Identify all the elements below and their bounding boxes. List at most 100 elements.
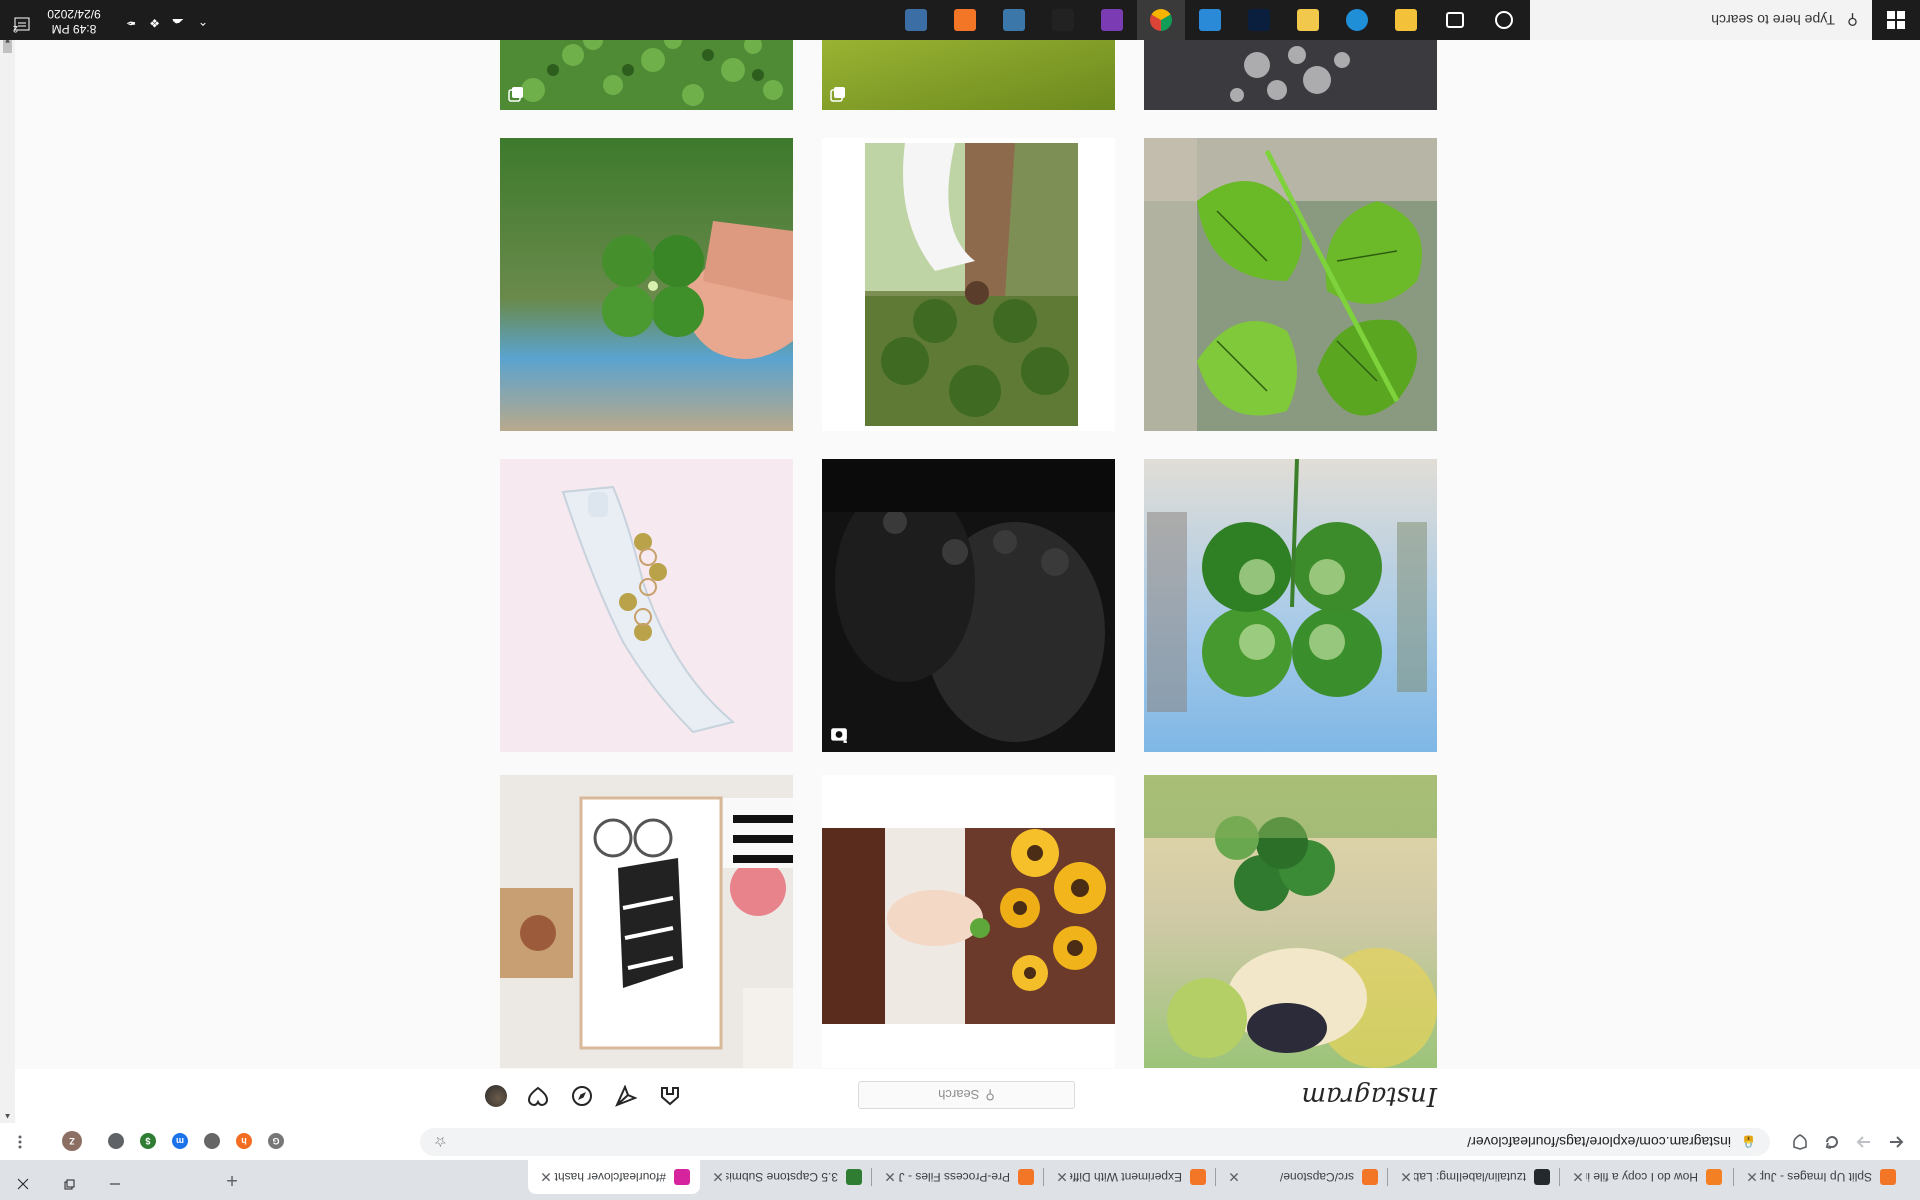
close-tab-icon[interactable]: ✕	[1226, 1169, 1242, 1186]
post-clover-backlit[interactable]	[1144, 138, 1437, 431]
post-tree-dress[interactable]	[822, 138, 1115, 431]
back-button[interactable]	[1882, 1128, 1910, 1156]
restore-button[interactable]	[46, 1168, 92, 1200]
browser-tab[interactable]: Pre-Process Files - Jupyter✕	[872, 1160, 1044, 1194]
browser-tab[interactable]: Experiment With Different✕	[1044, 1160, 1216, 1194]
post-crystal-bracelet[interactable]	[500, 459, 793, 752]
activity-icon[interactable]	[526, 1084, 550, 1108]
close-window-button[interactable]	[0, 1168, 46, 1200]
taskbar-app[interactable]	[1382, 0, 1430, 40]
grammarly-ext-icon[interactable]: G	[268, 1133, 284, 1149]
minimize-button[interactable]	[92, 1168, 138, 1200]
close-tab-icon[interactable]: ✕	[1054, 1169, 1070, 1186]
direct-icon[interactable]	[614, 1084, 638, 1108]
star-icon[interactable]: ☆	[434, 1134, 447, 1151]
restore-icon	[64, 1179, 75, 1190]
taskbar-app[interactable]	[1137, 0, 1185, 40]
post-clover-sky[interactable]	[1144, 459, 1437, 752]
springboard-icon	[846, 1169, 862, 1185]
stackoverflow-icon	[1706, 1169, 1722, 1185]
taskbar-app[interactable]	[1333, 0, 1381, 40]
taskbar-app[interactable]	[1431, 0, 1479, 40]
post-image	[822, 775, 1115, 1068]
carousel-icon	[508, 87, 523, 102]
github-icon	[1534, 1169, 1550, 1185]
start-button[interactable]	[1872, 0, 1920, 40]
puzzle-ext-icon[interactable]	[108, 1133, 124, 1149]
network-icon[interactable]: ☁	[172, 16, 184, 30]
tray-chevron-icon[interactable]: ⌃	[198, 14, 208, 28]
browser-tab[interactable]: 3.5 Capstone Submission✕	[700, 1160, 872, 1194]
post-dark-lace[interactable]	[1144, 32, 1437, 110]
menu-button[interactable]	[6, 1128, 34, 1156]
browser-tab[interactable]: src/Capstone/ ✕	[1216, 1160, 1388, 1194]
post-sunflower-hand[interactable]	[822, 775, 1115, 1068]
reload-button[interactable]	[1818, 1128, 1846, 1156]
post-image	[500, 775, 793, 1068]
browser-tab[interactable]: Split Up Images - Jupyter N✕	[1734, 1160, 1906, 1194]
taskbar-app[interactable]	[1284, 0, 1332, 40]
close-tab-icon[interactable]: ✕	[1744, 1169, 1760, 1186]
taskbar-app[interactable]	[1480, 0, 1528, 40]
dictionary-ext-icon[interactable]: m	[172, 1133, 188, 1149]
instagram-logo[interactable]: Instagram	[1301, 1081, 1437, 1111]
new-tab-button[interactable]: +	[216, 1164, 248, 1196]
search-input[interactable]: ⚲ Search	[858, 1081, 1075, 1109]
close-tab-icon[interactable]: ✕	[882, 1169, 898, 1186]
taskbar-app[interactable]	[941, 0, 989, 40]
post-zebra-frame[interactable]	[500, 775, 793, 1068]
post-four-leaf-fingers[interactable]	[500, 138, 793, 431]
browser-tab[interactable]: tzutalin/labelImg: Label ✕	[1388, 1160, 1560, 1194]
post-image	[822, 32, 1115, 110]
jupyter-ring-icon	[1362, 1169, 1378, 1185]
cortana-icon	[1495, 11, 1513, 29]
dropbox-icon[interactable]: ❖	[149, 16, 160, 30]
post-clover-dog[interactable]	[1144, 775, 1437, 1068]
clock[interactable]: 8:49 PM 9/24/2020	[42, 6, 106, 36]
taskbar-app[interactable]	[1186, 0, 1234, 40]
close-tab-icon[interactable]: ✕	[538, 1169, 554, 1186]
honey-ext-icon[interactable]: h	[236, 1133, 252, 1149]
minimize-icon	[110, 1183, 120, 1185]
post-olive-green[interactable]	[822, 32, 1115, 110]
profile-avatar[interactable]	[485, 1085, 507, 1107]
address-bar[interactable]: 🔒 instagram.com/explore/tags/fourleafclo…	[420, 1128, 1770, 1156]
forward-button[interactable]	[1850, 1128, 1878, 1156]
jupyter-icon	[1190, 1169, 1206, 1185]
taskbar-app[interactable]	[1039, 0, 1087, 40]
browser-tab-title: 3.5 Capstone Submission	[726, 1170, 838, 1184]
browser-tab-strip: Split Up Images - Jupyter N✕How do I cop…	[0, 1160, 1920, 1200]
taskbar-app[interactable]	[990, 0, 1038, 40]
video-icon	[831, 728, 847, 743]
explore-icon[interactable]	[570, 1084, 594, 1108]
browser-tab-title: src/Capstone/	[1279, 1170, 1354, 1184]
edge-icon	[1346, 9, 1368, 31]
taskbar-search-box[interactable]: ⚲ Type here to search	[1530, 0, 1872, 40]
pen-icon[interactable]: ✒	[126, 16, 136, 30]
lens-ext-icon[interactable]	[204, 1133, 220, 1149]
post-dark-video[interactable]	[822, 459, 1115, 752]
profile-avatar[interactable]: Z	[62, 1131, 82, 1151]
scroll-up-icon[interactable]: ▲	[3, 1112, 12, 1121]
calculator-icon	[905, 9, 927, 31]
close-tab-icon[interactable]: ✕	[1398, 1169, 1414, 1186]
search-icon: ⚲	[1847, 11, 1858, 28]
post-clover-field[interactable]	[500, 32, 793, 110]
carousel-icon	[830, 87, 845, 102]
instagram-icon	[674, 1169, 690, 1185]
taskbar-app[interactable]	[1088, 0, 1136, 40]
browser-tab[interactable]: #fourleafclover hashtag on✕	[528, 1160, 700, 1194]
browser-tab[interactable]: How do I copy a file in Pyth✕	[1560, 1160, 1732, 1194]
post-image	[500, 138, 793, 431]
windows-taskbar: ⚲ Type here to search ⌃ ☁ ❖ ✒ 8:49 PM 9/…	[0, 0, 1920, 40]
reload-icon	[1825, 1136, 1838, 1149]
bookmark-shield-button[interactable]	[1786, 1128, 1814, 1156]
home-icon[interactable]	[658, 1084, 682, 1108]
close-tab-icon[interactable]: ✕	[710, 1169, 726, 1186]
taskbar-app[interactable]	[1235, 0, 1283, 40]
notification-button[interactable]: 2	[6, 13, 30, 34]
page-scrollbar[interactable]: ▲ ▼	[0, 32, 15, 1123]
close-tab-icon[interactable]: ✕	[1570, 1169, 1586, 1186]
evernote-ext-icon[interactable]: $	[140, 1133, 156, 1149]
taskbar-app[interactable]	[892, 0, 940, 40]
